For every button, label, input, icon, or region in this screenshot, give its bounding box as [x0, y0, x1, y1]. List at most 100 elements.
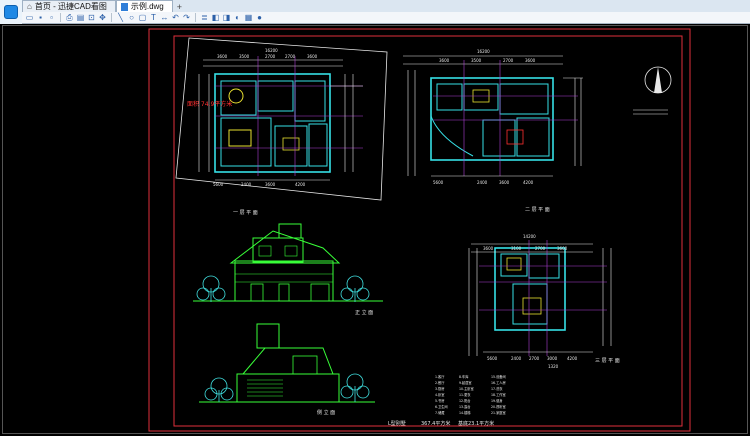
- third-floor-plan: 14200 3600 3100 2700 3600 5600 2400 2700…: [468, 234, 612, 369]
- summary-area-base: 基底23.1平方米: [458, 420, 494, 427]
- tree-icon: [340, 275, 370, 302]
- f3-dim-bottom-5: 4200: [567, 356, 578, 361]
- f1-dim-top-total: 16200: [265, 48, 278, 53]
- f1-dim-top-1: 3600: [217, 54, 228, 59]
- 3d-box-icon[interactable]: ◧: [211, 13, 220, 22]
- f3-dim-top-4: 3600: [557, 246, 568, 251]
- app-logo-icon[interactable]: [0, 0, 23, 24]
- 3d-view-icon[interactable]: ◨: [222, 13, 231, 22]
- legend-item: 3.厨房: [435, 386, 444, 391]
- save-as-icon[interactable]: ▫: [47, 13, 56, 22]
- legend-item: 17.洗衣: [491, 386, 503, 391]
- legend-item: 20.视听室: [491, 404, 506, 409]
- f3-dim-bottom-4: 3000: [547, 356, 558, 361]
- circle-icon[interactable]: ○: [127, 13, 136, 22]
- toolbar-divider: [195, 13, 196, 22]
- f3-dim-top-1: 3600: [483, 246, 494, 251]
- side-elevation: [199, 323, 375, 403]
- legend-item: 15.设备间: [491, 374, 506, 379]
- tab-dwg-label: 示例.dwg: [130, 2, 164, 11]
- layer-icon[interactable]: ≣: [200, 13, 209, 22]
- color-icon[interactable]: ◐: [233, 13, 242, 22]
- front-elevation-title: 正 立 面: [355, 309, 373, 316]
- f1-dim-bottom-2: 2400: [241, 182, 252, 187]
- f3-dim-bottom-2: 2400: [511, 356, 522, 361]
- rectangle-icon[interactable]: ▢: [138, 13, 147, 22]
- fill-icon[interactable]: ●: [255, 13, 264, 22]
- legend-item: 6.卫生间: [435, 404, 448, 409]
- f3-dim-top-2: 3100: [511, 246, 522, 251]
- toolbar: ▭ ▪ ▫ ⎙ ▤ ⊡ ✥ ╲ ○ ▢ T ↔ ↶ ↷ ≣ ◧ ◨ ◐ ▦ ●: [22, 12, 750, 24]
- f2-dim-top-2: 3500: [471, 58, 482, 63]
- drawing-canvas[interactable]: 面积 74.9平方米 16200 3600 3500 2700 2700 360…: [2, 25, 748, 434]
- first-floor-area-note: 面积 74.9平方米: [187, 100, 232, 108]
- tree-icon: [196, 275, 226, 302]
- legend-item: 13.露台: [459, 404, 470, 409]
- sheet-outer-frame: [148, 28, 691, 432]
- dwg-file-icon: [120, 2, 128, 11]
- legend-item: 12.阳台: [459, 398, 470, 403]
- new-tab-button[interactable]: +: [173, 2, 186, 12]
- legend-item: 11.更衣: [459, 392, 471, 397]
- f1-dim-bottom-3: 3600: [265, 182, 276, 187]
- tab-dwg-file[interactable]: 示例.dwg: [115, 0, 173, 12]
- text-icon[interactable]: T: [149, 13, 158, 22]
- f3-dim-top-3: 2700: [535, 246, 546, 251]
- legend-item: 7.储藏: [435, 410, 445, 415]
- legend-item: 5.书房: [435, 398, 444, 403]
- print-preview-icon[interactable]: ▤: [76, 13, 85, 22]
- north-arrow-icon: [633, 66, 672, 115]
- f1-dim-top-2: 3500: [239, 54, 250, 59]
- line-icon[interactable]: ╲: [116, 13, 125, 22]
- f1-dim-top-3: 2700: [265, 54, 276, 59]
- tab-home[interactable]: ⌂ 首页 - 迅捷CAD看图: [22, 0, 116, 12]
- f2-dim-bottom-2: 2400: [477, 180, 488, 185]
- front-elevation: [193, 223, 383, 302]
- undo-icon[interactable]: ↶: [171, 13, 180, 22]
- home-icon: ⌂: [27, 2, 32, 11]
- toolbar-divider: [60, 13, 61, 22]
- measure-icon[interactable]: ↔: [160, 13, 169, 22]
- f2-dim-bottom-3: 3600: [499, 180, 510, 185]
- second-floor-plan: 16200 3600 3500 2700 3600 5600 2400 3600…: [403, 49, 583, 185]
- f2-dim-top-1: 3600: [439, 58, 450, 63]
- print-icon[interactable]: ⎙: [65, 13, 74, 22]
- legend-item: 9.起居室: [459, 380, 472, 385]
- legend-item: 19.健身: [491, 398, 502, 403]
- legend-item: 2.餐厅: [435, 380, 445, 385]
- second-floor-title: 二 层 平 面: [525, 207, 550, 213]
- summary-area-total: 367.4平方米: [421, 420, 450, 427]
- f2-dim-top-total: 16200: [477, 49, 490, 54]
- side-elevation-title: 侧 立 面: [317, 409, 335, 416]
- legend-item: 4.卧室: [435, 392, 444, 397]
- save-icon[interactable]: ▪: [36, 13, 45, 22]
- summary-type: L型别墅: [388, 420, 406, 427]
- tab-home-label: 首页 - 迅捷CAD看图: [34, 2, 107, 11]
- f1-dim-top-5: 3600: [307, 54, 318, 59]
- first-floor-plan: 面积 74.9平方米 16200 3600 3500 2700 2700 360…: [175, 37, 388, 201]
- f2-dim-bottom-4: 4200: [523, 180, 534, 185]
- legend-item: 10.主卧室: [459, 386, 474, 391]
- cad-drawing: 面积 74.9平方米 16200 3600 3500 2700 2700 360…: [148, 28, 691, 432]
- tree-icon: [340, 373, 370, 402]
- legend-item: 14.楼梯: [459, 410, 471, 415]
- f1-dim-top-4: 2700: [285, 54, 296, 59]
- first-floor-title: 一 层 平 面: [233, 210, 258, 216]
- toolbar-divider: [111, 13, 112, 22]
- legend-item: 8.车库: [459, 374, 469, 379]
- open-icon[interactable]: ▭: [25, 13, 34, 22]
- zoom-extents-icon[interactable]: ⊡: [87, 13, 96, 22]
- properties-icon[interactable]: ▦: [244, 13, 253, 22]
- legend-item: 16.工人房: [491, 380, 506, 385]
- f1-dim-bottom-1: 5600: [213, 182, 224, 187]
- f3-dim-bottom-small: 1320: [548, 364, 559, 369]
- f2-dim-bottom-1: 5600: [433, 180, 444, 185]
- legend-item: 21.家庭室: [491, 410, 506, 415]
- f3-dim-bottom-3: 2700: [529, 356, 540, 361]
- redo-icon[interactable]: ↷: [182, 13, 191, 22]
- sheet-inner-frame: [173, 35, 683, 427]
- pan-icon[interactable]: ✥: [98, 13, 107, 22]
- tree-icon: [204, 377, 234, 402]
- third-floor-title: 三 层 平 面: [595, 358, 620, 364]
- legend-item: 18.工作室: [491, 392, 506, 397]
